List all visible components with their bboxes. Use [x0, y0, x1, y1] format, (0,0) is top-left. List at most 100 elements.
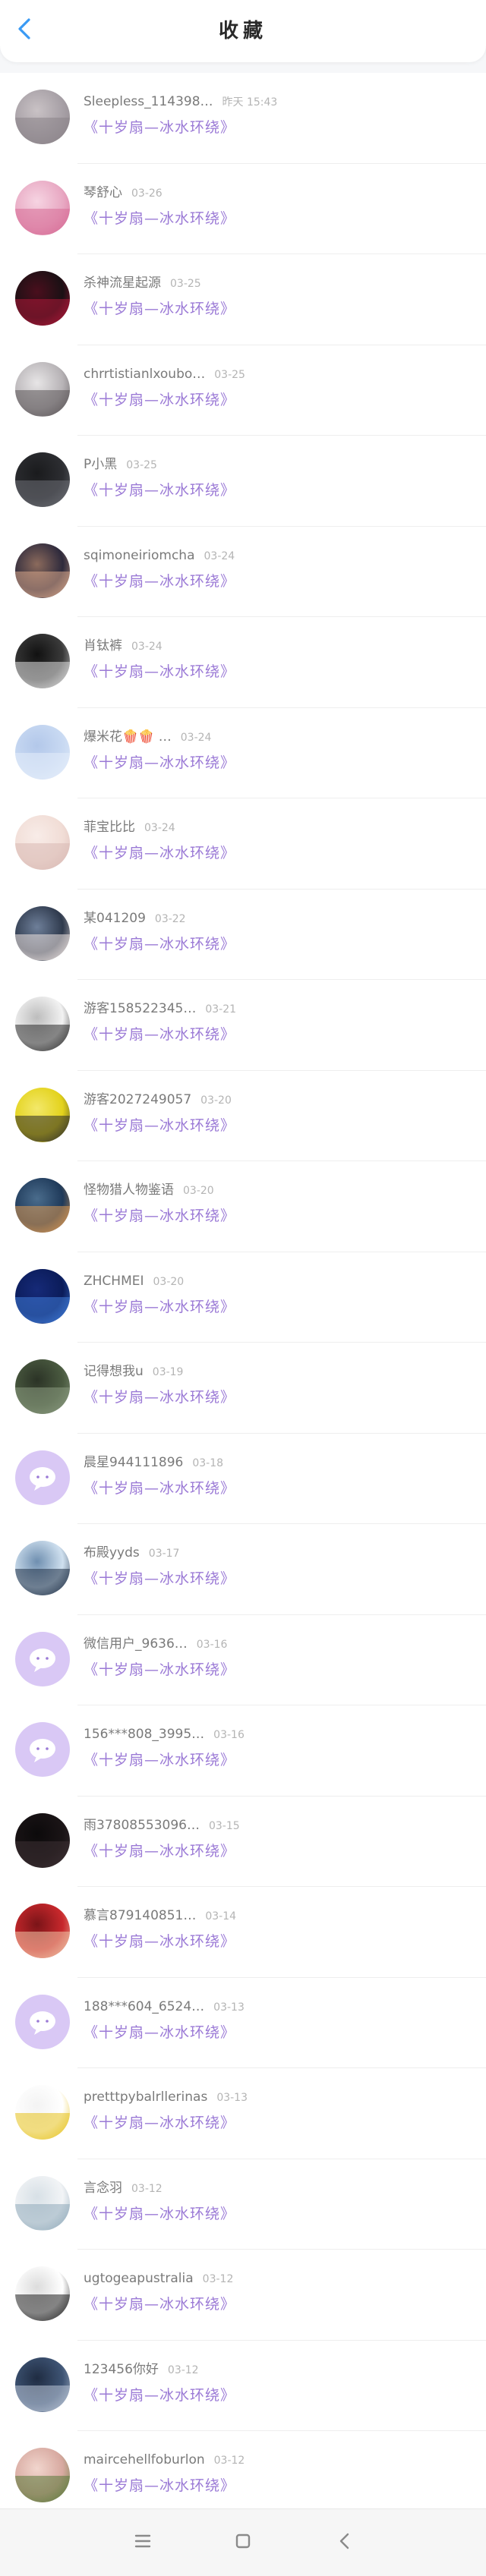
- user-name: 布殿yyds: [84, 1545, 140, 1560]
- chat-bubble-icon: [30, 1466, 55, 1491]
- name-line: P小黑 03-25: [84, 454, 157, 475]
- avatar[interactable]: [15, 2357, 70, 2412]
- user-name: 188***604_6524…: [84, 1998, 205, 2014]
- timestamp: 03-12: [213, 2455, 245, 2467]
- avatar[interactable]: [15, 905, 70, 961]
- favorite-subtitle: 《十岁扇—冰水环绕》: [84, 1842, 236, 1860]
- avatar[interactable]: [15, 1994, 70, 2049]
- favorite-row[interactable]: 晨星944111896 03-18 《十岁扇—冰水环绕》: [0, 1434, 486, 1524]
- avatar[interactable]: [15, 452, 70, 507]
- name-line: Sleepless_114398… 昨天 15:43: [84, 91, 277, 112]
- avatar[interactable]: [15, 634, 70, 688]
- avatar[interactable]: [15, 1178, 70, 1233]
- name-line: 布殿yyds 03-17: [84, 1542, 179, 1564]
- user-name: 156***808_3995…: [84, 1727, 205, 1742]
- favorite-row[interactable]: 雨37808553096… 03-15 《十岁扇—冰水环绕》: [0, 1797, 486, 1887]
- favorite-row[interactable]: Sleepless_114398… 昨天 15:43 《十岁扇—冰水环绕》: [0, 73, 486, 164]
- favorite-subtitle: 《十岁扇—冰水环绕》: [84, 663, 236, 680]
- favorite-row[interactable]: 微信用户_9636… 03-16 《十岁扇—冰水环绕》: [0, 1615, 486, 1705]
- favorite-row[interactable]: 菲宝比比 03-24 《十岁扇—冰水环绕》: [0, 798, 486, 890]
- home-square-icon: [235, 2533, 251, 2549]
- favorite-subtitle: 《十岁扇—冰水环绕》: [84, 1298, 236, 1315]
- favorite-row[interactable]: sqimoneiriomcha 03-24 《十岁扇—冰水环绕》: [0, 527, 486, 617]
- avatar[interactable]: [15, 180, 70, 235]
- user-name: ugtogeapustralia: [84, 2271, 194, 2286]
- menu-icon: [134, 2534, 151, 2548]
- avatar[interactable]: [15, 1268, 70, 1324]
- favorite-row[interactable]: 慕言879140851… 03-14 《十岁扇—冰水环绕》: [0, 1887, 486, 1978]
- name-line: 188***604_6524… 03-13: [84, 1996, 245, 2017]
- favorite-row[interactable]: P小黑 03-25 《十岁扇—冰水环绕》: [0, 436, 486, 527]
- timestamp: 昨天 15:43: [222, 96, 278, 109]
- avatar[interactable]: [15, 271, 70, 326]
- favorite-row[interactable]: 爆米花🍿🍿 … 03-24 《十岁扇—冰水环绕》: [0, 708, 486, 798]
- avatar[interactable]: [15, 2448, 70, 2502]
- favorite-subtitle: 《十岁扇—冰水环绕》: [84, 2386, 236, 2404]
- favorite-row[interactable]: 言念羽 03-12 《十岁扇—冰水环绕》: [0, 2159, 486, 2250]
- avatar[interactable]: [15, 1812, 70, 1868]
- avatar[interactable]: [15, 543, 70, 598]
- favorite-subtitle: 《十岁扇—冰水环绕》: [84, 935, 236, 953]
- avatar[interactable]: [15, 1450, 70, 1505]
- user-name: 游客158522345…: [84, 1001, 197, 1016]
- timestamp: 03-12: [167, 2363, 199, 2376]
- avatar[interactable]: [15, 1541, 70, 1595]
- avatar[interactable]: [15, 1359, 70, 1414]
- favorite-row[interactable]: ZHCHMEI 03-20 《十岁扇—冰水环绕》: [0, 1252, 486, 1343]
- avatar[interactable]: [15, 2266, 70, 2321]
- timestamp: 03-15: [208, 1819, 240, 1832]
- favorite-row[interactable]: 156***808_3995… 03-16 《十岁扇—冰水环绕》: [0, 1705, 486, 1797]
- user-name: P小黑: [84, 457, 118, 472]
- favorite-row[interactable]: 怪物猎人物鉴语 03-20 《十岁扇—冰水环绕》: [0, 1161, 486, 1252]
- favorite-row[interactable]: 游客158522345… 03-21 《十岁扇—冰水环绕》: [0, 980, 486, 1071]
- name-line: pretttpybalrllerinas 03-13: [84, 2086, 248, 2108]
- user-name: ZHCHMEI: [84, 1273, 144, 1289]
- favorite-row[interactable]: ugtogeapustralia 03-12 《十岁扇—冰水环绕》: [0, 2250, 486, 2341]
- name-line: 156***808_3995… 03-16: [84, 1724, 245, 1745]
- favorite-row[interactable]: chrrtistianlxoubo… 03-25 《十岁扇—冰水环绕》: [0, 345, 486, 436]
- favorite-row[interactable]: 布殿yyds 03-17 《十岁扇—冰水环绕》: [0, 1524, 486, 1615]
- favorite-row[interactable]: 杀神流星起源 03-25 《十岁扇—冰水环绕》: [0, 254, 486, 345]
- avatar[interactable]: [15, 90, 70, 144]
- favorite-row[interactable]: 琴舒心 03-26 《十岁扇—冰水环绕》: [0, 164, 486, 254]
- timestamp: 03-24: [131, 641, 163, 653]
- timestamp: 03-13: [216, 2092, 248, 2104]
- chat-bubble-icon: [30, 1648, 55, 1672]
- name-line: 某041209 03-22: [84, 908, 186, 929]
- favorite-row[interactable]: 肖钛裤 03-24 《十岁扇—冰水环绕》: [0, 617, 486, 708]
- avatar[interactable]: [15, 1904, 70, 1958]
- back-nav-button[interactable]: [330, 2526, 360, 2556]
- favorite-row[interactable]: 记得想我u 03-19 《十岁扇—冰水环绕》: [0, 1343, 486, 1434]
- timestamp: 03-22: [154, 912, 186, 925]
- avatar[interactable]: [15, 1631, 70, 1686]
- timestamp: 03-26: [131, 187, 163, 200]
- avatar[interactable]: [15, 361, 70, 417]
- avatar[interactable]: [15, 815, 70, 870]
- favorite-row[interactable]: 188***604_6524… 03-13 《十岁扇—冰水环绕》: [0, 1978, 486, 2068]
- favorite-row[interactable]: 123456你好 03-12 《十岁扇—冰水环绕》: [0, 2341, 486, 2431]
- favorite-row[interactable]: 游客2027249057 03-20 《十岁扇—冰水环绕》: [0, 1071, 486, 1161]
- favorite-row[interactable]: pretttpybalrllerinas 03-13 《十岁扇—冰水环绕》: [0, 2068, 486, 2159]
- menu-button[interactable]: [128, 2526, 158, 2556]
- favorite-subtitle: 《十岁扇—冰水环绕》: [84, 119, 236, 136]
- favorite-subtitle: 《十岁扇—冰水环绕》: [84, 209, 236, 227]
- system-navbar: [0, 2508, 486, 2576]
- user-name: 游客2027249057: [84, 1091, 192, 1107]
- home-button[interactable]: [228, 2526, 258, 2556]
- avatar[interactable]: [15, 1722, 70, 1777]
- avatar[interactable]: [15, 2085, 70, 2140]
- header-bar: 收藏: [0, 0, 486, 62]
- favorite-row[interactable]: 某041209 03-22 《十岁扇—冰水环绕》: [0, 890, 486, 980]
- timestamp: 03-20: [153, 1275, 185, 1288]
- page-title: 收藏: [218, 20, 267, 43]
- name-line: 言念羽 03-12: [84, 2178, 163, 2199]
- avatar[interactable]: [15, 1087, 70, 1142]
- name-line: maircehellfoburlon 03-12: [84, 2449, 245, 2471]
- chat-bubble-icon: [30, 2011, 55, 2035]
- avatar[interactable]: [15, 2175, 70, 2231]
- favorite-subtitle: 《十岁扇—冰水环绕》: [84, 754, 236, 771]
- avatar[interactable]: [15, 724, 70, 779]
- name-line: 雨37808553096… 03-15: [84, 1815, 240, 1836]
- avatar[interactable]: [15, 997, 70, 1051]
- name-line: 记得想我u 03-19: [84, 1361, 183, 1382]
